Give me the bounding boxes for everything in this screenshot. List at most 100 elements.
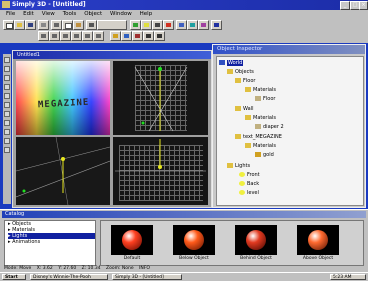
- gallery-button[interactable]: [198, 20, 209, 30]
- toolbar: [0, 19, 368, 43]
- start-button[interactable]: Start: [2, 274, 26, 280]
- tree-node-light-level[interactable]: level: [239, 190, 259, 196]
- menu-file[interactable]: File: [6, 10, 15, 19]
- viewport-front-wireframe: [16, 137, 110, 205]
- move-tool-button[interactable]: [38, 31, 49, 41]
- menu-edit[interactable]: Edit: [23, 10, 34, 19]
- scale-icon[interactable]: [4, 84, 10, 90]
- camera-button[interactable]: [152, 20, 163, 30]
- menu-view[interactable]: View: [42, 10, 55, 19]
- cut-button[interactable]: [51, 20, 62, 30]
- light-icon: [239, 181, 245, 186]
- material-button[interactable]: [163, 20, 174, 30]
- rotate-tool-button[interactable]: [49, 31, 60, 41]
- material-swatch[interactable]: Below Object: [169, 223, 219, 263]
- tree-node-wall-materials[interactable]: Materials: [245, 115, 276, 121]
- scale-tool-button[interactable]: [60, 31, 71, 41]
- paste-button[interactable]: [73, 20, 84, 30]
- cylinder-icon[interactable]: [4, 111, 10, 117]
- tree-node-wall[interactable]: Wall: [235, 106, 253, 112]
- rotate-icon[interactable]: [4, 75, 10, 81]
- material-sphere: [122, 230, 142, 250]
- undo-button[interactable]: [86, 20, 97, 30]
- tree-node-lights[interactable]: Lights: [227, 163, 250, 169]
- grid-view-button[interactable]: [187, 20, 198, 30]
- zoom-in-button[interactable]: [71, 31, 82, 41]
- folder-icon: [245, 115, 251, 120]
- close-button[interactable]: ×: [359, 1, 368, 10]
- app-icon[interactable]: [2, 1, 10, 8]
- object-dropdown[interactable]: [97, 20, 127, 30]
- title-bar: Simply 3D - [Untitled] _ □ ×: [0, 0, 368, 10]
- status-mode: Mode: Move: [4, 266, 32, 271]
- open-folder-button[interactable]: [14, 20, 25, 30]
- status-x: X: 3.62: [36, 266, 53, 271]
- folder-icon: [245, 143, 251, 148]
- text-icon[interactable]: [4, 129, 10, 135]
- system-clock: 5:23 AM: [330, 274, 366, 280]
- new-file-button[interactable]: [3, 20, 14, 30]
- tree-node-floor-material[interactable]: Floor: [255, 96, 275, 102]
- viewport-top[interactable]: [113, 61, 208, 135]
- tree-node-text-materials[interactable]: Materials: [245, 143, 276, 149]
- light-button[interactable]: [141, 20, 152, 30]
- pointer-tool-button[interactable]: [143, 31, 154, 41]
- zoom-out-button[interactable]: [82, 31, 93, 41]
- pan-button[interactable]: [93, 31, 104, 41]
- taskbar-item[interactable]: Disney's Winnie-The-Pooh: [30, 274, 108, 280]
- menu-object[interactable]: Object: [84, 10, 102, 19]
- cone-icon[interactable]: [4, 120, 10, 126]
- viewport-window: Untitled1 MEGAZINE: [12, 50, 212, 208]
- tree-node-floor-materials[interactable]: Materials: [245, 87, 276, 93]
- camera-icon[interactable]: [4, 147, 10, 153]
- material-swatch[interactable]: Above Object: [293, 223, 343, 263]
- save-button[interactable]: [25, 20, 36, 30]
- tree-node-objects[interactable]: Objects: [227, 69, 254, 75]
- viewport-side[interactable]: [113, 137, 208, 205]
- taskbar-item[interactable]: Simply 3D - [Untitled]: [112, 274, 182, 280]
- viewport-front[interactable]: [16, 137, 110, 205]
- object-inspector-title: Object Inspector: [217, 46, 263, 52]
- move-icon[interactable]: [4, 66, 10, 72]
- object-inspector-panel: Object Inspector World Objects Floor Mat…: [212, 44, 366, 208]
- material-sphere: [308, 230, 328, 250]
- select-tool-button[interactable]: [110, 31, 121, 41]
- tree-node-light-front[interactable]: Front: [239, 172, 260, 178]
- copy-button[interactable]: [62, 20, 73, 30]
- cube-icon[interactable]: [4, 93, 10, 99]
- lathe-tool-button[interactable]: [121, 31, 132, 41]
- arrow-tool-icon[interactable]: [4, 57, 10, 63]
- material-icon: [255, 152, 261, 157]
- material-icon: [255, 96, 261, 101]
- tree-node-gold[interactable]: gold: [255, 152, 274, 158]
- path-tool-button[interactable]: [154, 31, 165, 41]
- folder-icon: [245, 87, 251, 92]
- menu-window[interactable]: Window: [110, 10, 132, 19]
- tree-node-text-megazine[interactable]: text_MEGAZINE: [235, 134, 282, 140]
- catalog-item-animations[interactable]: ▸ Animations: [8, 239, 95, 245]
- viewport-top-wireframe: [134, 66, 188, 132]
- material-swatch[interactable]: Behind Object: [231, 223, 281, 263]
- print-button[interactable]: [38, 20, 49, 30]
- status-zoom: Zoom: None: [106, 266, 134, 271]
- tree-node-wall-material[interactable]: diaper 2: [255, 124, 284, 130]
- tree-node-floor[interactable]: Floor: [235, 78, 255, 84]
- menu-tools[interactable]: Tools: [63, 10, 77, 19]
- light-icon: [239, 190, 245, 195]
- scene-view-button[interactable]: [176, 20, 187, 30]
- render-button[interactable]: [130, 20, 141, 30]
- viewport-window-titlebar[interactable]: Untitled1: [13, 51, 211, 59]
- light-icon[interactable]: [4, 138, 10, 144]
- catalog-titlebar[interactable]: Catalog: [2, 211, 366, 218]
- folder-icon: [235, 78, 241, 83]
- tree-node-world[interactable]: World: [219, 60, 244, 66]
- extrude-tool-button[interactable]: [132, 31, 143, 41]
- sphere-icon[interactable]: [4, 102, 10, 108]
- tree-node-light-back[interactable]: Back: [239, 181, 259, 187]
- menu-help[interactable]: Help: [140, 10, 153, 19]
- minimize-button[interactable]: _: [340, 1, 350, 10]
- viewport-perspective[interactable]: MEGAZINE: [16, 61, 110, 135]
- material-swatch[interactable]: Default: [107, 223, 157, 263]
- help-button[interactable]: [211, 20, 222, 30]
- object-inspector-titlebar[interactable]: Object Inspector: [213, 45, 365, 54]
